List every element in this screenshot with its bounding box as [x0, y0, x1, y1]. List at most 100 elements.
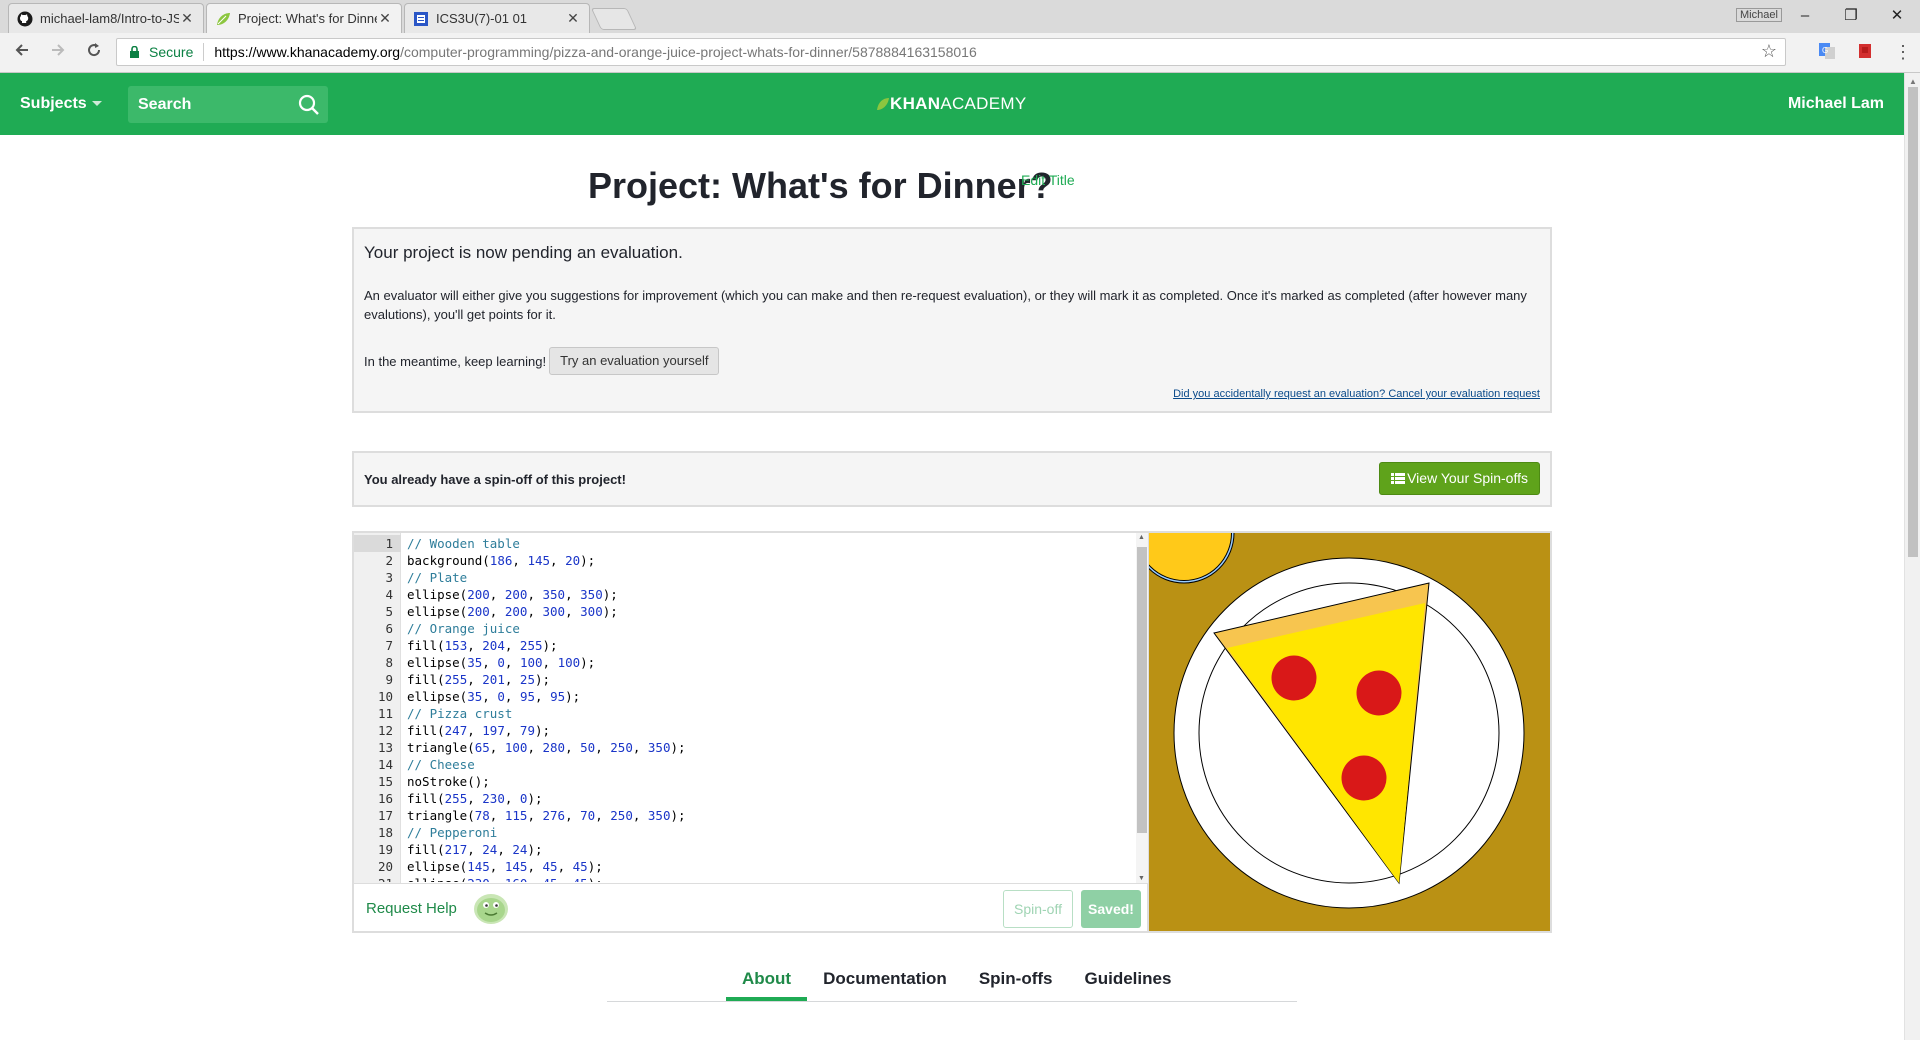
- line-number: 19: [377, 842, 393, 857]
- code-line[interactable]: 21ellipse(230, 160, 45, 45);: [354, 875, 1134, 882]
- code-token: fill(: [407, 672, 445, 687]
- browser-tab-ics3u[interactable]: ICS3U(7)-01 01 ✕: [404, 3, 590, 33]
- code-token: ,: [467, 723, 483, 738]
- code-text: ellipse(35, 0, 100, 100);: [401, 654, 595, 671]
- code-line[interactable]: 17 triangle(78, 115, 276, 70, 250, 350);: [354, 807, 1134, 824]
- spinoff-button[interactable]: Spin-off: [1003, 890, 1073, 928]
- extension-red-icon[interactable]: [1856, 42, 1876, 62]
- editor-scroll-thumb[interactable]: [1137, 547, 1147, 833]
- translate-extension-icon[interactable]: G: [1818, 42, 1838, 62]
- request-help-link[interactable]: Request Help: [366, 900, 457, 917]
- code-number: 300: [580, 604, 603, 619]
- search-input[interactable]: Search: [128, 86, 328, 123]
- code-text: fill(255, 201, 25);: [401, 671, 550, 688]
- tab-guidelines[interactable]: Guidelines: [1068, 960, 1187, 1001]
- code-number: 65: [474, 740, 490, 755]
- code-line[interactable]: 18 // Pepperoni: [354, 824, 1134, 841]
- reload-button[interactable]: [82, 41, 106, 65]
- scroll-up-arrow-icon[interactable]: ▲: [1909, 77, 1917, 86]
- code-token: ,: [490, 876, 505, 882]
- code-line[interactable]: 19 fill(217, 24, 24);: [354, 841, 1134, 858]
- tab-title: ICS3U(7)-01 01: [436, 11, 528, 26]
- search-icon[interactable]: [298, 94, 320, 116]
- khan-academy-logo[interactable]: KHAN ACADEMY: [876, 94, 1026, 114]
- code-number: 45: [542, 859, 558, 874]
- forward-button[interactable]: [46, 41, 70, 65]
- code-token: ,: [504, 638, 520, 653]
- code-comment: // Plate: [407, 570, 468, 585]
- page-scrollbar[interactable]: ▲: [1904, 73, 1920, 1040]
- close-window-button[interactable]: ✕: [1874, 4, 1920, 28]
- code-token: ellipse(: [407, 876, 467, 882]
- scroll-up-arrow-icon[interactable]: ▲: [1138, 534, 1145, 541]
- code-text: fill(255, 230, 0);: [401, 790, 543, 807]
- new-tab-button[interactable]: [590, 8, 638, 30]
- code-line[interactable]: 3 // Plate: [354, 569, 1134, 586]
- chevron-down-icon: [91, 101, 102, 107]
- code-line[interactable]: 11 // Pizza crust: [354, 705, 1134, 722]
- user-menu[interactable]: Michael Lam: [1788, 95, 1884, 113]
- code-token: ,: [504, 655, 520, 670]
- hopper-mascot-icon[interactable]: [472, 890, 510, 926]
- profile-button[interactable]: Michael: [1736, 8, 1782, 22]
- code-line[interactable]: 20 ellipse(145, 145, 45, 45);: [354, 858, 1134, 875]
- maximize-button[interactable]: ❐: [1828, 4, 1874, 28]
- code-line[interactable]: 8 ellipse(35, 0, 100, 100);: [354, 654, 1134, 671]
- browser-tab-khan[interactable]: Project: What's for Dinne ✕: [206, 3, 402, 33]
- close-icon[interactable]: ✕: [377, 10, 393, 27]
- code-line[interactable]: 5 ellipse(200, 200, 300, 300);: [354, 603, 1134, 620]
- bookmark-star-icon[interactable]: ☆: [1761, 41, 1777, 62]
- tab-documentation[interactable]: Documentation: [807, 960, 963, 1001]
- code-number: 0: [497, 689, 505, 704]
- browser-tab-github[interactable]: michael-lam8/Intro-to-JS ✕: [8, 3, 204, 33]
- code-line[interactable]: 13 triangle(65, 100, 280, 50, 250, 350);: [354, 739, 1134, 756]
- address-bar[interactable]: Secure https://www.khanacademy.org/compu…: [116, 38, 1786, 66]
- code-number: 95: [519, 689, 535, 704]
- close-icon[interactable]: ✕: [179, 10, 195, 27]
- saved-button[interactable]: Saved!: [1081, 890, 1141, 928]
- code-line[interactable]: 2 background(186, 145, 20);: [354, 552, 1134, 569]
- code-token: fill(: [407, 842, 445, 857]
- editor-scrollbar[interactable]: ▲ ▼: [1136, 533, 1148, 883]
- code-token: ,: [557, 859, 573, 874]
- code-line[interactable]: 15 noStroke();: [354, 773, 1134, 790]
- code-line[interactable]: 14 // Cheese: [354, 756, 1134, 773]
- line-number: 17: [377, 808, 393, 823]
- project-tabs: About Documentation Spin-offs Guidelines: [607, 960, 1297, 1002]
- code-editor[interactable]: 1// Wooden table 2 background(186, 145, 20…: [352, 531, 1149, 933]
- tab-spin-offs[interactable]: Spin-offs: [963, 960, 1069, 1001]
- program-output-drawing: [1149, 533, 1549, 931]
- view-spinoffs-button[interactable]: View Your Spin-offs: [1379, 462, 1540, 495]
- code-area[interactable]: 1// Wooden table 2 background(186, 145, 20…: [354, 535, 1134, 882]
- line-number: 9: [385, 672, 393, 687]
- tab-about[interactable]: About: [726, 960, 808, 1001]
- code-line[interactable]: 16 fill(255, 230, 0);: [354, 790, 1134, 807]
- cancel-evaluation-link[interactable]: Did you accidentally request an evaluati…: [1173, 388, 1540, 400]
- code-token: ,: [595, 808, 611, 823]
- back-button[interactable]: [10, 41, 34, 65]
- code-line[interactable]: 6 // Orange juice: [354, 620, 1134, 637]
- try-evaluation-button[interactable]: Try an evaluation yourself: [549, 347, 720, 375]
- output-canvas[interactable]: [1148, 531, 1552, 933]
- secure-label: Secure: [149, 44, 194, 60]
- minimize-button[interactable]: –: [1782, 4, 1828, 28]
- code-token: );: [527, 842, 543, 857]
- code-line[interactable]: 1 // Wooden table: [354, 535, 1134, 552]
- code-number: 300: [542, 604, 566, 619]
- code-line[interactable]: 9 fill(255, 201, 25);: [354, 671, 1134, 688]
- close-icon[interactable]: ✕: [565, 10, 581, 27]
- code-token: ,: [467, 672, 483, 687]
- code-line[interactable]: 12 fill(247, 197, 79);: [354, 722, 1134, 739]
- code-token: ,: [527, 808, 543, 823]
- code-line[interactable]: 7 fill(153, 204, 255);: [354, 637, 1134, 654]
- code-token: ,: [632, 740, 648, 755]
- spinoff-notice: You already have a spin-off of this proj…: [352, 451, 1552, 507]
- scrollbar-thumb[interactable]: [1908, 87, 1918, 557]
- edit-title-link[interactable]: Edit Title: [1021, 172, 1075, 188]
- subjects-menu[interactable]: Subjects: [20, 95, 102, 113]
- code-line[interactable]: 10 ellipse(35, 0, 95, 95);: [354, 688, 1134, 705]
- browser-menu-icon[interactable]: ⋮: [1894, 41, 1912, 63]
- scroll-down-arrow-icon[interactable]: ▼: [1138, 875, 1145, 882]
- code-number: 79: [519, 723, 535, 738]
- code-line[interactable]: 4 ellipse(200, 200, 350, 350);: [354, 586, 1134, 603]
